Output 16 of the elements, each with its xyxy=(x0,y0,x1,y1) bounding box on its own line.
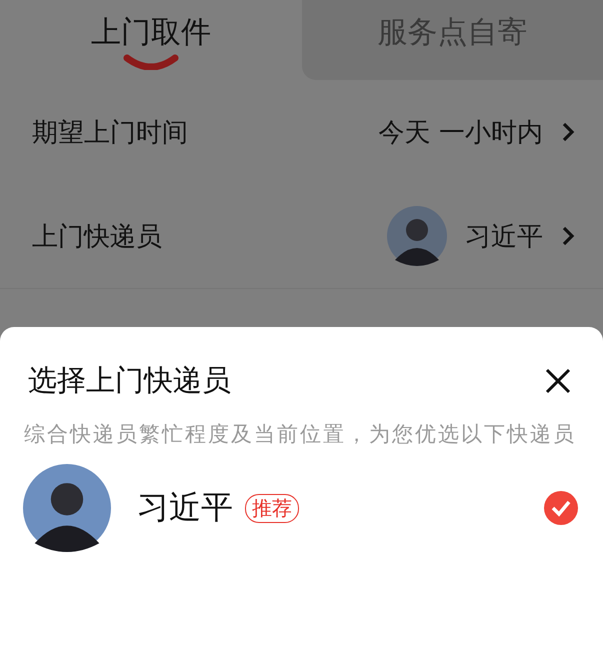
chevron-right-icon[interactable] xyxy=(561,225,575,247)
row-value[interactable]: 习近平 xyxy=(465,218,543,254)
row-label: 期望上门时间 xyxy=(32,116,188,150)
row-label: 上门快递员 xyxy=(32,220,162,254)
tab-indicator-icon xyxy=(122,54,179,70)
chevron-right-icon[interactable] xyxy=(561,121,575,143)
tab[interactable]: 服务点自寄 xyxy=(302,0,603,80)
row-value[interactable]: 今天 一小时内 xyxy=(378,114,543,150)
sheet-description: 综合快递员繁忙程度及当前位置，为您优选以下快递员 xyxy=(24,421,577,448)
recommended-badge: 推荐 xyxy=(245,494,299,522)
check-icon[interactable] xyxy=(543,490,579,526)
courier-name: 习近平 xyxy=(137,487,233,528)
avatar-icon xyxy=(23,464,111,552)
avatar-icon xyxy=(387,206,447,266)
sheet-title: 选择上门快递员 xyxy=(28,362,231,399)
close-icon[interactable] xyxy=(545,368,571,394)
